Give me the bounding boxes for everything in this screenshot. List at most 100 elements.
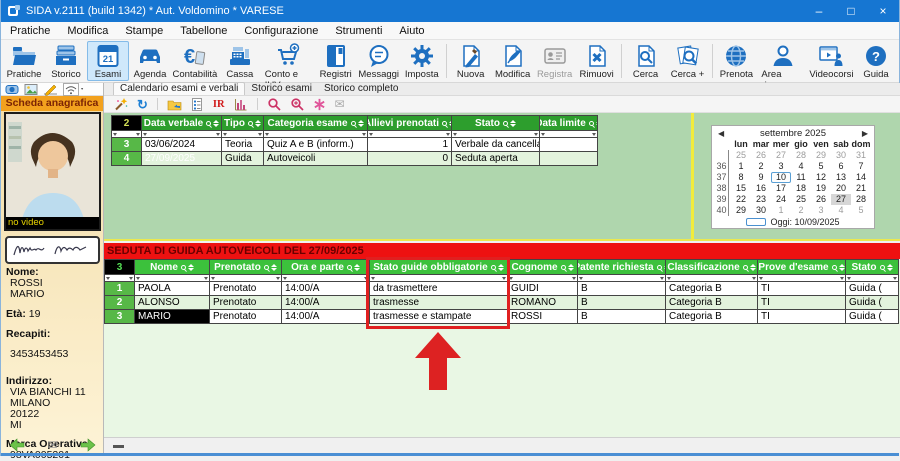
wifi-select-icon[interactable]	[63, 83, 85, 96]
calendar-day[interactable]: 5	[811, 161, 831, 172]
student-row[interactable]: 2 ALONSO Prenotato 14:00/A trasmesse ROM…	[105, 296, 899, 310]
calendar-day[interactable]: 14	[851, 172, 871, 183]
calendar-day[interactable]: 25	[791, 194, 811, 205]
toolbar-messaggi-button[interactable]: Messaggi	[357, 41, 401, 81]
toolbar-nuova-button[interactable]: Nuova	[450, 41, 492, 81]
col-stato-guide-obbligatorie[interactable]: Stato guide obbligatorie	[370, 260, 508, 275]
col-stato-allievo[interactable]: Stato	[846, 260, 899, 275]
maximize-button[interactable]: □	[835, 0, 867, 22]
image-icon[interactable]	[24, 83, 38, 96]
menu-strumenti[interactable]: Strumenti	[335, 25, 382, 37]
col-stato[interactable]: Stato	[452, 116, 540, 131]
prev-arrow-icon[interactable]	[9, 438, 25, 452]
col-data-verbale[interactable]: Data verbale	[142, 116, 222, 131]
menu-tabellone[interactable]: Tabellone	[180, 25, 227, 37]
signature-pen-icon[interactable]	[43, 83, 58, 96]
calendar-day[interactable]: 5	[851, 205, 871, 216]
calendar-day[interactable]: 15	[731, 183, 751, 194]
toolbar-storico-button[interactable]: Storico	[45, 41, 87, 81]
menu-aiuto[interactable]: Aiuto	[399, 25, 424, 37]
menu-stampe[interactable]: Stampe	[125, 25, 163, 37]
calendar-day[interactable]: 26	[811, 194, 831, 205]
selected-cell[interactable]: 27/09/2025	[142, 152, 222, 166]
exam-row-selected[interactable]: 4 27/09/2025 Guida Autoveicoli 0 Seduta …	[112, 152, 598, 166]
toolbar-cerca-button[interactable]: Cerca	[625, 41, 667, 81]
toolbar-modifica-button[interactable]: Modifica	[492, 41, 534, 81]
calendar-day[interactable]: 29	[811, 150, 831, 161]
calendar-day[interactable]: 6	[831, 161, 851, 172]
toolbar-contabilita-button[interactable]: € Contabilità	[171, 41, 219, 81]
calendar-day-highlighted[interactable]: 27	[831, 194, 851, 205]
webcam-icon[interactable]	[5, 83, 19, 96]
calendar-day[interactable]: 20	[831, 183, 851, 194]
calendar-day[interactable]: 24	[771, 194, 791, 205]
toolbar-cerca-plus-button[interactable]: Cerca +	[667, 41, 709, 81]
calendar-day[interactable]: 1	[771, 205, 791, 216]
calendar-day[interactable]: 21	[851, 183, 871, 194]
col-categoria-esame[interactable]: Categoria esame	[264, 116, 368, 131]
ir-icon[interactable]: IR	[213, 99, 225, 110]
asterisk-icon[interactable]	[313, 98, 326, 111]
calendar-day[interactable]: 3	[771, 161, 791, 172]
toolbar-registra-button[interactable]: Registra	[534, 41, 576, 81]
send-mail-icon[interactable]: ✉	[335, 97, 345, 111]
calendar-day[interactable]: 17	[771, 183, 791, 194]
calendar-day[interactable]: 3	[811, 205, 831, 216]
calendar-day[interactable]: 18	[791, 183, 811, 194]
calendar-day[interactable]: 26	[751, 150, 771, 161]
toolbar-area-riservata-button[interactable]: Area riserv.	[757, 41, 807, 81]
menu-pratiche[interactable]: Pratiche	[10, 25, 50, 37]
selected-cell[interactable]: MARIO	[135, 310, 210, 324]
calendar-day[interactable]: 31	[851, 150, 871, 161]
exam-row[interactable]: 3 03/06/2024 Teoria Quiz A e B (inform.)…	[112, 138, 598, 152]
col-data-limite[interactable]: Data limite	[540, 116, 598, 131]
chart-icon[interactable]	[234, 97, 248, 111]
toolbar-guida-button[interactable]: ? Guida	[855, 41, 897, 81]
calendar-day[interactable]: 22	[731, 194, 751, 205]
col-nome[interactable]: Nome	[135, 260, 210, 275]
student-row-selected[interactable]: 3 MARIO Prenotato 14:00/A trasmesse e st…	[105, 310, 899, 324]
col-prove-esame[interactable]: Prove d'esame	[758, 260, 846, 275]
toolbar-rimuovi-button[interactable]: Rimuovi	[576, 41, 618, 81]
calendar-day[interactable]: 25	[731, 150, 751, 161]
calendar-next-icon[interactable]: ▶	[862, 129, 868, 138]
calendar-day-selected[interactable]: 10	[771, 172, 791, 183]
calendar-day[interactable]: 16	[751, 183, 771, 194]
refresh-icon[interactable]: ↻	[137, 98, 148, 111]
col-classificazione[interactable]: Classificazione	[666, 260, 758, 275]
calendar-day[interactable]: 11	[791, 172, 811, 183]
search-icon[interactable]	[267, 97, 281, 111]
calendar-day[interactable]: 30	[831, 150, 851, 161]
calendar-day[interactable]: 2	[751, 161, 771, 172]
search-plus-icon[interactable]	[290, 97, 304, 111]
col-tipo[interactable]: Tipo	[222, 116, 264, 131]
col-cognome[interactable]: Cognome	[508, 260, 578, 275]
wizard-wand-icon[interactable]	[114, 97, 128, 111]
tab-calendario-esami[interactable]: Calendario esami e verbali	[113, 82, 245, 95]
next-arrow-icon[interactable]	[80, 438, 96, 452]
calendar-day[interactable]: 29	[731, 205, 751, 216]
export-list-icon[interactable]	[191, 98, 204, 111]
calendar-day[interactable]: 1	[731, 161, 751, 172]
student-row[interactable]: 1 PAOLA Prenotato 14:00/A da trasmettere…	[105, 282, 899, 296]
mail-icon[interactable]: ✉	[47, 438, 57, 452]
toolbar-conto-iuv-button[interactable]: Conto e IUV	[261, 41, 315, 81]
calendar-day[interactable]: 4	[831, 205, 851, 216]
calendar-day[interactable]: 12	[811, 172, 831, 183]
toolbar-videocorsi-button[interactable]: Videocorsi	[808, 41, 855, 81]
col-patente-richiesta[interactable]: Patente richiesta	[578, 260, 666, 275]
toolbar-agenda-button[interactable]: Agenda	[129, 41, 171, 81]
tab-storico-esami[interactable]: Storico esami	[245, 83, 318, 95]
calendar-day[interactable]: 23	[751, 194, 771, 205]
toolbar-imposta-button[interactable]: Imposta	[401, 41, 443, 81]
signature-box[interactable]	[5, 236, 100, 264]
toolbar-pratiche-button[interactable]: Pratiche	[3, 41, 45, 81]
menu-configurazione[interactable]: Configurazione	[244, 25, 318, 37]
toolbar-registri-button[interactable]: Registri	[315, 41, 357, 81]
calendar-day[interactable]: 28	[851, 194, 871, 205]
close-button[interactable]: ×	[867, 0, 899, 22]
calendar-day[interactable]: 27	[771, 150, 791, 161]
toolbar-esami-button[interactable]: 21 Esami	[87, 41, 129, 81]
calendar-day[interactable]: 7	[851, 161, 871, 172]
calendar-day[interactable]: 28	[791, 150, 811, 161]
